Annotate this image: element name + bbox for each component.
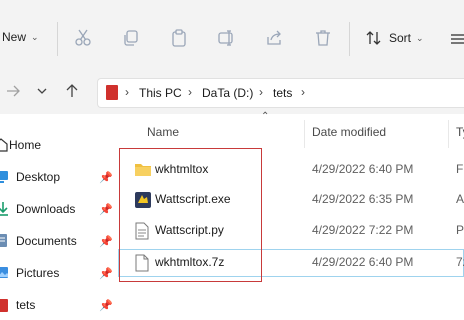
- download-icon: [0, 202, 8, 216]
- new-button-label: New: [2, 30, 27, 44]
- folder-icon: [0, 299, 8, 312]
- view-icon: [451, 34, 464, 44]
- delete-icon: [316, 30, 330, 46]
- column-header-date[interactable]: Date modified: [312, 125, 386, 139]
- pin-icon[interactable]: 📌: [99, 267, 113, 280]
- sidebar-item-label: Downloads: [16, 202, 76, 216]
- file-row-wattscript-exe[interactable]: Wattscript.exe 4/29/2022 6:35 PM A: [118, 186, 464, 214]
- toolbar-separator: [349, 22, 350, 56]
- chevron-right-icon: ›: [301, 85, 305, 99]
- column-header-name[interactable]: Name: [147, 125, 179, 139]
- file-row-wkhtmltox[interactable]: wkhtmltox 4/29/2022 6:40 PM Fi: [118, 156, 464, 184]
- column-divider[interactable]: [304, 120, 305, 148]
- column-divider[interactable]: [448, 120, 449, 148]
- archive-file-icon: [135, 254, 149, 272]
- paste-icon: [172, 29, 186, 47]
- file-date: 4/29/2022 6:40 PM: [312, 255, 414, 269]
- forward-button[interactable]: [5, 83, 21, 102]
- sort-ascending-icon: ⌃: [261, 111, 270, 122]
- pin-icon[interactable]: 📌: [99, 171, 113, 184]
- sidebar-item-documents[interactable]: Documents 📌: [0, 228, 118, 256]
- breadcrumb-tets[interactable]: tets: [273, 86, 292, 100]
- file-list: ⌃ Name Date modified Ty wkhtmltox 4/29/2…: [118, 111, 464, 313]
- exe-icon: [135, 192, 151, 208]
- documents-icon: [0, 234, 7, 247]
- sidebar-item-label: Documents: [16, 234, 77, 248]
- chevron-right-icon: ›: [125, 85, 129, 99]
- sidebar-item-downloads[interactable]: Downloads 📌: [0, 196, 118, 224]
- text-file-icon: [135, 222, 149, 240]
- share-button[interactable]: [265, 29, 283, 47]
- file-type: Fi: [456, 162, 464, 176]
- file-type: A: [456, 192, 464, 206]
- pin-icon[interactable]: 📌: [99, 299, 113, 312]
- recent-locations-button[interactable]: [36, 83, 48, 102]
- share-icon: [267, 30, 281, 45]
- cut-button[interactable]: [74, 29, 92, 47]
- arrow-up-icon: [66, 84, 78, 97]
- file-date: 4/29/2022 6:35 PM: [312, 192, 414, 206]
- pictures-icon: [0, 267, 8, 278]
- chevron-right-icon: ›: [259, 85, 263, 99]
- sidebar-item-label: Pictures: [16, 266, 60, 280]
- pin-icon[interactable]: 📌: [99, 203, 113, 216]
- column-header-type[interactable]: Ty: [456, 125, 464, 139]
- sort-button-label: Sort: [389, 31, 412, 45]
- navigation-pane: Home Desktop 📌 Downloads 📌 Documents 📌 P…: [0, 114, 118, 313]
- rename-icon: [218, 30, 233, 46]
- paste-button[interactable]: [170, 29, 188, 47]
- sort-button[interactable]: Sort ⌄: [366, 30, 424, 46]
- view-button[interactable]: [451, 33, 464, 45]
- file-name: Wattscript.py: [155, 223, 224, 237]
- chevron-right-icon: ›: [188, 85, 192, 99]
- sidebar-item-tets[interactable]: tets 📌: [0, 292, 118, 320]
- sort-icon: [366, 31, 381, 45]
- breadcrumb-this-pc[interactable]: This PC: [139, 86, 182, 100]
- sidebar-item-label: Desktop: [16, 170, 61, 184]
- file-row-wkhtmltox-7z[interactable]: wkhtmltox.7z 4/29/2022 6:40 PM 7z: [118, 249, 464, 277]
- chevron-down-icon: ⌄: [31, 31, 39, 42]
- file-date: 4/29/2022 7:22 PM: [312, 223, 414, 237]
- file-name: wkhtmltox: [155, 162, 209, 176]
- sidebar-item-home[interactable]: Home: [0, 132, 118, 160]
- sidebar-item-desktop[interactable]: Desktop 📌: [0, 164, 118, 192]
- cut-icon: [75, 29, 91, 46]
- desktop-icon: [0, 171, 8, 183]
- copy-icon: [124, 30, 138, 46]
- new-button[interactable]: New ⌄: [2, 30, 39, 44]
- sidebar-item-label: tets: [16, 298, 36, 312]
- toolbar-separator: [57, 22, 58, 56]
- chevron-down-icon: ⌄: [416, 32, 424, 43]
- rename-button[interactable]: [218, 29, 236, 47]
- arrow-right-icon: [7, 85, 20, 97]
- navigation-bar: › This PC › DaTa (D:) › tets ›: [0, 76, 464, 115]
- copy-button[interactable]: [122, 29, 140, 47]
- delete-button[interactable]: [314, 29, 332, 47]
- home-icon: [0, 138, 8, 152]
- address-bar[interactable]: › This PC › DaTa (D:) › tets ›: [97, 78, 464, 108]
- up-button[interactable]: [64, 83, 80, 102]
- sidebar-item-label: Home: [9, 138, 42, 152]
- chevron-down-icon: [37, 88, 47, 94]
- sidebar-item-pictures[interactable]: Pictures 📌: [0, 260, 118, 288]
- drive-icon: [106, 85, 118, 100]
- file-name: Wattscript.exe: [155, 192, 231, 206]
- file-type: P: [456, 223, 464, 237]
- file-date: 4/29/2022 6:40 PM: [312, 162, 414, 176]
- breadcrumb-drive[interactable]: DaTa (D:): [202, 86, 253, 100]
- file-type: 7z: [456, 255, 464, 269]
- file-name: wkhtmltox.7z: [155, 255, 225, 269]
- folder-icon: [135, 164, 151, 176]
- pin-icon[interactable]: 📌: [99, 235, 113, 248]
- command-bar: New ⌄ Sort ⌄: [0, 0, 464, 76]
- file-row-wattscript-py[interactable]: Wattscript.py 4/29/2022 7:22 PM P: [118, 217, 464, 245]
